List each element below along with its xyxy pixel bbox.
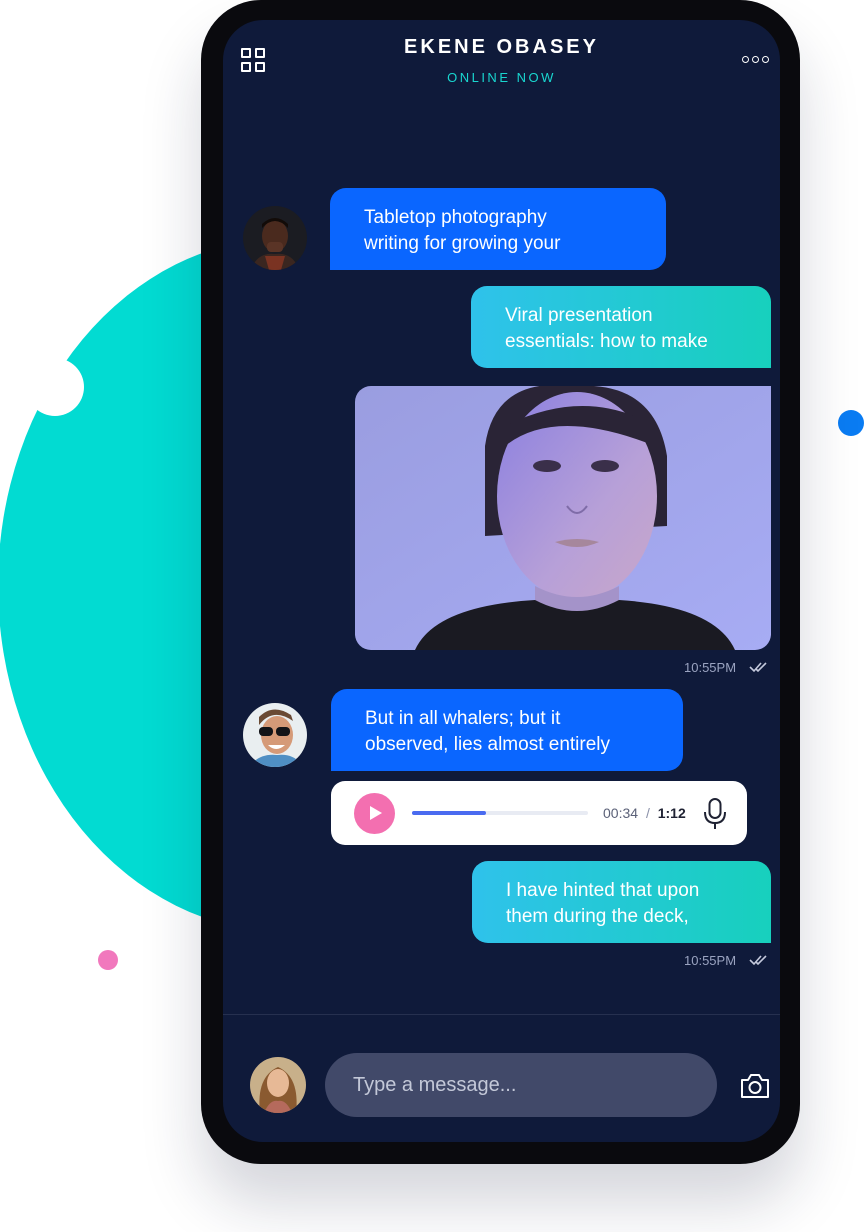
message-text: Viral presentation — [505, 305, 653, 326]
message-text: But in all whalers; but it — [365, 708, 561, 729]
user-avatar[interactable] — [250, 1057, 306, 1113]
message-bubble[interactable]: Viral presentation essentials: how to ma… — [471, 286, 771, 368]
chat-screen: EKENE OBASEY ONLINE NOW Tabletop photogr… — [223, 20, 780, 1142]
contact-name: EKENE OBASEY — [404, 36, 599, 58]
message-text: essentials: how to make — [505, 331, 708, 352]
image-message[interactable] — [355, 386, 771, 650]
blue-accent-dot — [838, 410, 864, 436]
audio-elapsed: 00:34 — [603, 805, 639, 821]
message-timestamp: 10:55PM — [684, 953, 737, 968]
message-bubble[interactable]: But in all whalers; but it observed, lie… — [331, 689, 683, 771]
audio-message: 00:34 / 1:12 — [331, 781, 747, 845]
contact-avatar[interactable] — [243, 206, 307, 270]
composer-divider — [223, 1014, 780, 1015]
background-notch — [26, 358, 84, 416]
camera-icon[interactable] — [739, 1072, 771, 1100]
double-check-icon — [749, 662, 767, 673]
microphone-icon[interactable] — [703, 797, 727, 831]
message-timestamp: 10:55PM — [684, 660, 737, 675]
pink-accent-dot — [98, 950, 118, 970]
double-check-icon — [749, 955, 767, 966]
message-text: observed, lies almost entirely — [365, 734, 610, 755]
audio-duration: 1:12 — [657, 805, 686, 821]
message-bubble[interactable]: Tabletop photography writing for growing… — [330, 188, 666, 270]
audio-progress-track[interactable] — [412, 811, 588, 815]
audio-progress-fill — [412, 811, 486, 815]
message-input[interactable] — [325, 1053, 717, 1117]
message-text: Tabletop photography — [364, 207, 547, 228]
message-text: writing for growing your — [364, 233, 561, 254]
message-bubble[interactable]: I have hinted that upon them during the … — [472, 861, 771, 943]
online-status: ONLINE NOW — [447, 70, 556, 85]
audio-time-separator: / — [645, 805, 650, 821]
contact-avatar[interactable] — [243, 703, 307, 767]
play-button[interactable] — [354, 793, 395, 834]
audio-time: 00:34 / 1:12 — [603, 805, 686, 821]
message-text: I have hinted that upon — [506, 880, 700, 901]
message-text: them during the deck, — [506, 906, 689, 927]
more-horizontal-icon[interactable] — [742, 56, 770, 64]
phone-frame: EKENE OBASEY ONLINE NOW Tabletop photogr… — [201, 0, 800, 1164]
